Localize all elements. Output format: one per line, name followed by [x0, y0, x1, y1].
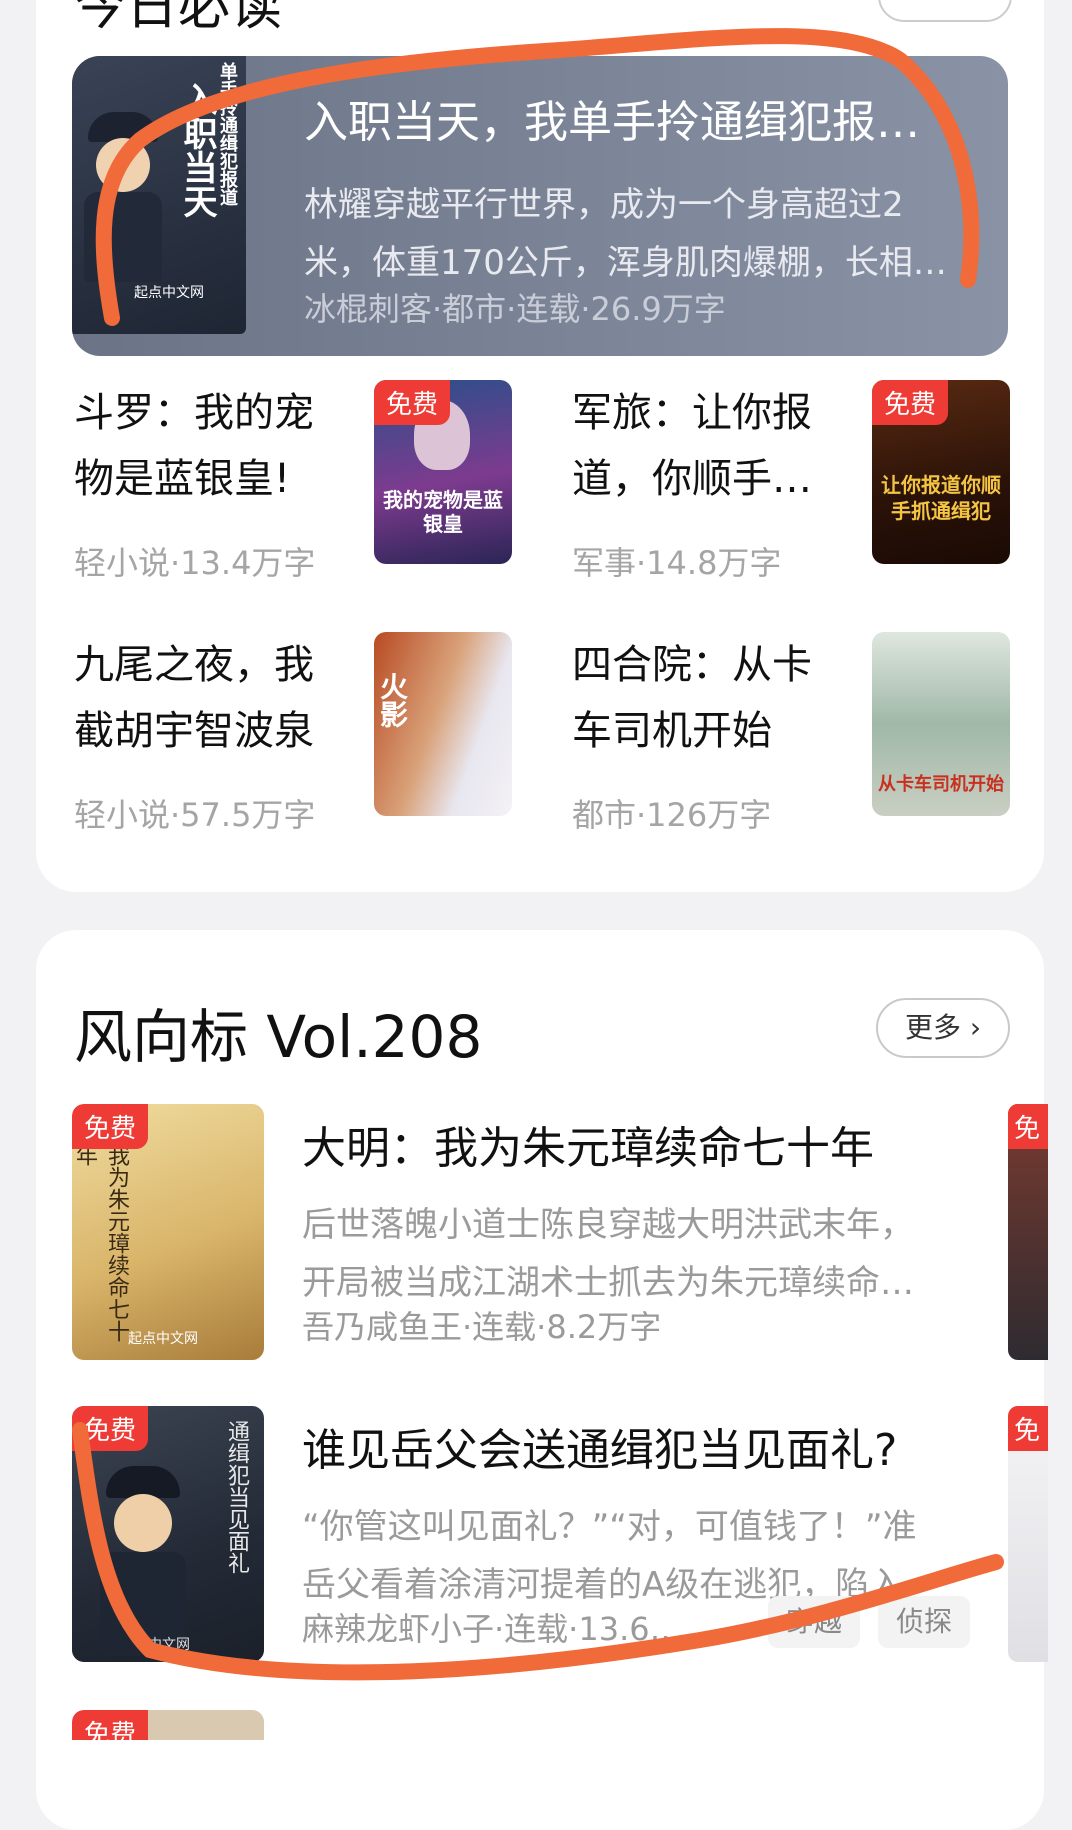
- grid-book-meta: 轻小说·57.5万字: [74, 796, 316, 834]
- book-cover-brand: 中文网: [148, 1637, 190, 1653]
- grid-book-title: 斗罗：我的宠物是蓝银皇!: [74, 390, 314, 502]
- grid-book-title: 九尾之夜，我截胡宇智波泉: [74, 642, 314, 754]
- grid-book-title: 军旅：让你报道，你顺手…: [572, 390, 812, 502]
- book-meta: 吾乃咸鱼王·连载·8.2万字: [302, 1308, 662, 1346]
- officer-figure: [78, 112, 168, 282]
- grid-book-cover: 从卡车司机开始: [872, 632, 1010, 816]
- book-title: 大明：我为朱元璋续命七十年: [302, 1123, 874, 1174]
- free-badge: 免费: [374, 380, 451, 425]
- officer-figure: [92, 1466, 192, 1656]
- grid-book-meta: 轻小说·13.4万字: [74, 544, 316, 582]
- grid-book-meta: 军事·14.8万字: [572, 544, 782, 582]
- grid-book-cover-title: 从卡车司机开始: [878, 774, 1004, 795]
- grid-book-cover: 火影: [374, 632, 512, 816]
- book-cover: 我为朱元璋续命七十年 起点中文网 免费: [72, 1104, 264, 1360]
- grid-book-cover-title: 让你报道你顺手抓通缉犯: [881, 473, 1001, 523]
- grid-book[interactable]: 四合院：从卡车司机开始 都市·126万字 从卡车司机开始: [572, 632, 1042, 834]
- grid-book[interactable]: 斗罗：我的宠物是蓝银皇! 轻小说·13.4万字 我的宠物是蓝银皇 免费: [74, 380, 544, 582]
- grid-book[interactable]: 军旅：让你报道，你顺手… 军事·14.8万字 让你报道你顺手抓通缉犯 免费: [572, 380, 1042, 582]
- free-badge: 免费: [72, 1710, 149, 1740]
- section-title: 风向标 Vol.208: [74, 1003, 483, 1071]
- grid-book-cover: 让你报道你顺手抓通缉犯 免费: [872, 380, 1010, 564]
- book-cover: 通缉犯当见面礼 中文网 免费: [72, 1406, 264, 1662]
- book-cover-brand: 起点中文网: [128, 1331, 198, 1347]
- featured-cover: 入职当天 单手拎通缉犯报道 起点中文网: [72, 56, 246, 334]
- featured-book[interactable]: 入职当天 单手拎通缉犯报道 起点中文网 入职当天，我单手拎通缉犯报… 林耀穿越平…: [72, 56, 1008, 356]
- list-item[interactable]: 通缉犯当见面礼 中文网 免费 谁见岳父会送通缉犯当见面礼? “你管这叫见面礼？”…: [72, 1406, 1012, 1666]
- tag-chip[interactable]: 穿越: [768, 1596, 861, 1648]
- free-badge: 免费: [872, 380, 949, 425]
- grid-book-cover-title: 我的宠物是蓝银皇: [383, 488, 503, 536]
- next-column-peek[interactable]: 免: [1008, 1406, 1048, 1662]
- grid-book-cover: 我的宠物是蓝银皇 免费: [374, 380, 512, 564]
- featured-title: 入职当天，我单手拎通缉犯报…: [304, 97, 920, 148]
- free-badge: 免费: [72, 1104, 149, 1149]
- book-meta: 麻辣龙虾小子·连载·13.6…: [302, 1610, 682, 1648]
- next-column-peek[interactable]: 免: [1008, 1104, 1048, 1360]
- free-badge: 免费: [72, 1406, 149, 1451]
- featured-cover-subtitle: 单手拎通缉犯报道: [217, 62, 238, 206]
- featured-cover-brand: 起点中文网: [134, 285, 204, 301]
- book-title: 谁见岳父会送通缉犯当见面礼?: [302, 1425, 898, 1476]
- tag-chip[interactable]: 侦探: [878, 1596, 971, 1648]
- grid-book-meta: 都市·126万字: [572, 796, 772, 834]
- featured-meta: 冰棍刺客·都市·连载·26.9万字: [304, 290, 726, 328]
- free-badge-peek: 免: [1008, 1104, 1048, 1149]
- book-cover-title: 通缉犯当见面礼: [224, 1420, 249, 1574]
- section-title-partial: 今日必读: [74, 0, 283, 37]
- book-description: 后世落魄小道士陈良穿越大明洪武末年，开局被当成江湖术士抓去为朱元璋续命…: [302, 1205, 914, 1303]
- featured-description: 林耀穿越平行世界，成为一个身高超过2米，体重170公斤，浑身肌肉爆棚，长相…: [304, 185, 947, 283]
- grid-book-cover-title: 火影: [376, 672, 409, 728]
- grid-book[interactable]: 九尾之夜，我截胡宇智波泉 轻小说·57.5万字 火影: [74, 632, 544, 834]
- more-button[interactable]: 更多 ›: [876, 998, 1010, 1058]
- grid-book-title: 四合院：从卡车司机开始: [572, 642, 812, 754]
- book-cover-partial: 免费: [72, 1710, 264, 1740]
- free-badge-peek: 免: [1008, 1406, 1048, 1451]
- more-button-partial[interactable]: [878, 0, 1012, 22]
- list-item[interactable]: 我为朱元璋续命七十年 起点中文网 免费 大明：我为朱元璋续命七十年 后世落魄小道…: [72, 1104, 1012, 1364]
